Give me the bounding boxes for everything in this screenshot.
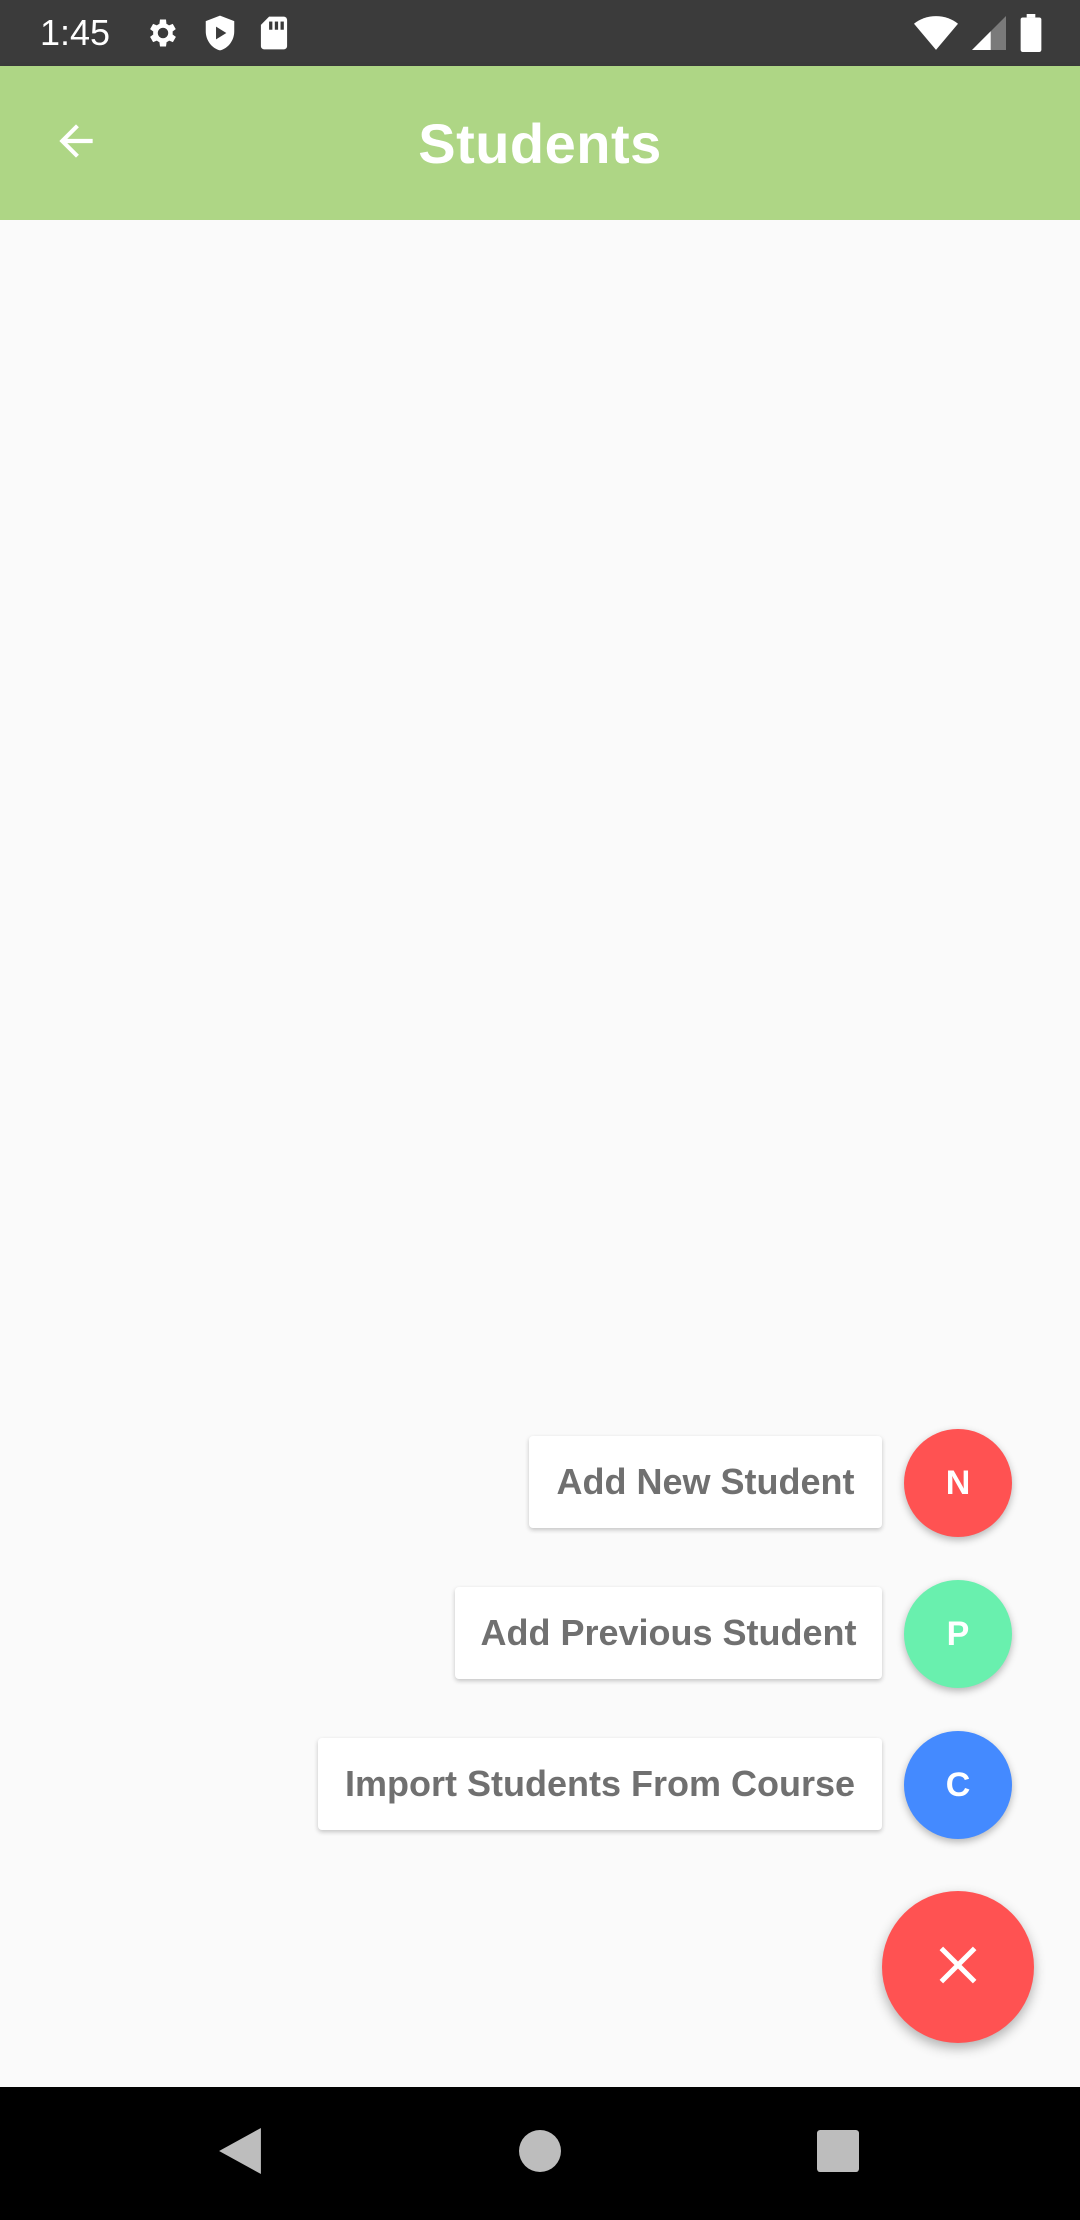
add-previous-student-label[interactable]: Add Previous Student (455, 1587, 882, 1679)
back-button[interactable] (36, 109, 116, 177)
sd-card-icon (259, 15, 289, 51)
add-previous-student-fab[interactable]: P (904, 1580, 1012, 1688)
shield-play-icon (203, 14, 237, 52)
status-time: 1:45 (40, 12, 111, 53)
gear-icon (145, 15, 181, 51)
page-title: Students (418, 111, 662, 175)
recents-square-icon (817, 2130, 859, 2177)
add-new-student-label[interactable]: Add New Student (529, 1436, 882, 1528)
arrow-back-icon (51, 116, 101, 171)
import-students-from-course-fab[interactable]: C (904, 1731, 1012, 1839)
import-students-from-course-label[interactable]: Import Students From Course (318, 1738, 882, 1830)
nav-back-button[interactable] (170, 2087, 310, 2220)
add-new-student-fab[interactable]: N (904, 1429, 1012, 1537)
close-icon (933, 1940, 983, 1995)
status-icons-right (914, 0, 1042, 66)
status-icons-left (145, 0, 289, 66)
back-triangle-icon (219, 2128, 261, 2179)
cell-signal-icon (972, 16, 1006, 50)
nav-home-button[interactable] (470, 2087, 610, 2220)
home-circle-icon (519, 2130, 561, 2177)
nav-recents-button[interactable] (768, 2087, 908, 2220)
close-speed-dial-fab[interactable] (882, 1891, 1034, 2043)
navigation-bar (0, 2087, 1080, 2220)
wifi-icon (914, 16, 958, 50)
battery-icon (1020, 14, 1042, 52)
app-bar: Students (0, 66, 1080, 220)
status-bar: 1:45 (0, 0, 1080, 66)
